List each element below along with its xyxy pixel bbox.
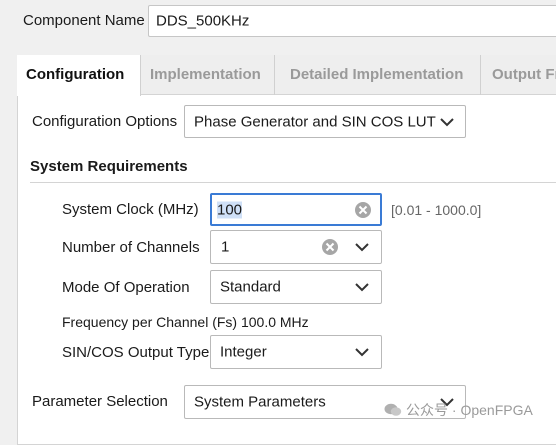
component-name-label: Component Name	[23, 12, 145, 29]
system-clock-value: 100	[217, 201, 243, 218]
chevron-down-icon	[355, 243, 369, 252]
parameter-selection-label: Parameter Selection	[32, 393, 168, 410]
system-requirements-header: System Requirements	[30, 158, 556, 183]
tab-implementation-label: Implementation	[150, 66, 261, 83]
tab-output-frequencies[interactable]: Output Fr	[483, 55, 556, 95]
tab-detailed-implementation-label: Detailed Implementation	[290, 66, 464, 83]
sin-cos-output-type-value: Integer	[220, 343, 267, 361]
component-name-value: DDS_500KHz	[156, 12, 250, 30]
configuration-options-value: Phase Generator and SIN COS LUT	[194, 113, 436, 130]
watermark-text: 公众号 · OpenFPGA	[406, 402, 533, 418]
mode-of-operation-label: Mode Of Operation	[62, 279, 190, 296]
clear-icon[interactable]	[321, 238, 339, 256]
frequency-per-channel-text: Frequency per Channel (Fs) 100.0 MHz	[62, 314, 309, 330]
tab-configuration-label: Configuration	[26, 66, 125, 83]
number-of-channels-dropdown[interactable]: 1	[210, 230, 382, 264]
number-of-channels-value: 1	[221, 238, 230, 256]
wechat-icon	[384, 403, 402, 416]
number-of-channels-label: Number of Channels	[62, 239, 200, 256]
watermark: 公众号 · OpenFPGA	[384, 400, 533, 420]
tab-output-frequencies-label: Output Fr	[492, 66, 556, 83]
sin-cos-output-type-label: SIN/COS Output Type	[62, 344, 210, 361]
tab-configuration[interactable]: Configuration	[17, 55, 141, 96]
chevron-down-icon	[355, 348, 369, 357]
sin-cos-output-type-dropdown[interactable]: Integer	[210, 335, 382, 369]
mode-of-operation-dropdown[interactable]: Standard	[210, 270, 382, 304]
clear-icon[interactable]	[354, 201, 372, 219]
parameter-selection-value: System Parameters	[194, 393, 326, 411]
system-clock-input[interactable]: 100	[210, 193, 382, 226]
system-requirements-title: System Requirements	[30, 158, 188, 175]
system-clock-range: [0.01 - 1000.0]	[391, 202, 482, 218]
component-name-input[interactable]: DDS_500KHz	[148, 5, 556, 37]
tab-detailed-implementation[interactable]: Detailed Implementation	[281, 55, 481, 95]
configuration-options-label: Configuration Options	[32, 113, 178, 130]
chevron-down-icon	[355, 283, 369, 292]
tab-implementation[interactable]: Implementation	[141, 55, 275, 95]
mode-of-operation-value: Standard	[220, 278, 281, 296]
chevron-down-icon	[440, 117, 454, 126]
configuration-options-dropdown[interactable]: Phase Generator and SIN COS LUT	[184, 105, 466, 138]
system-clock-label: System Clock (MHz)	[62, 201, 199, 218]
